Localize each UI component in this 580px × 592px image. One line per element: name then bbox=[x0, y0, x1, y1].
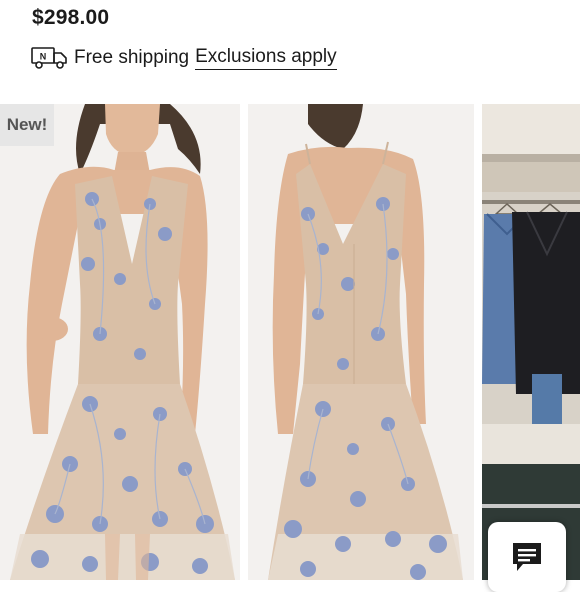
truck-badge-letter: N bbox=[40, 52, 47, 62]
free-shipping-text: Free shipping bbox=[74, 47, 190, 68]
new-badge: New! bbox=[0, 104, 54, 146]
chat-button[interactable] bbox=[488, 522, 566, 592]
dress-back-photo[interactable] bbox=[248, 104, 474, 580]
delivery-truck-icon: N bbox=[31, 47, 67, 69]
image-gallery[interactable]: New! bbox=[0, 104, 580, 580]
product-price: $298.00 bbox=[32, 6, 110, 29]
exclusions-link[interactable]: Exclusions apply bbox=[195, 46, 337, 70]
shipping-info: N Free shipping Exclusions apply bbox=[30, 44, 337, 72]
jacket-rack-photo[interactable] bbox=[482, 104, 580, 580]
chat-bubble-icon bbox=[513, 543, 541, 571]
dress-front-photo[interactable]: New! bbox=[0, 104, 240, 580]
